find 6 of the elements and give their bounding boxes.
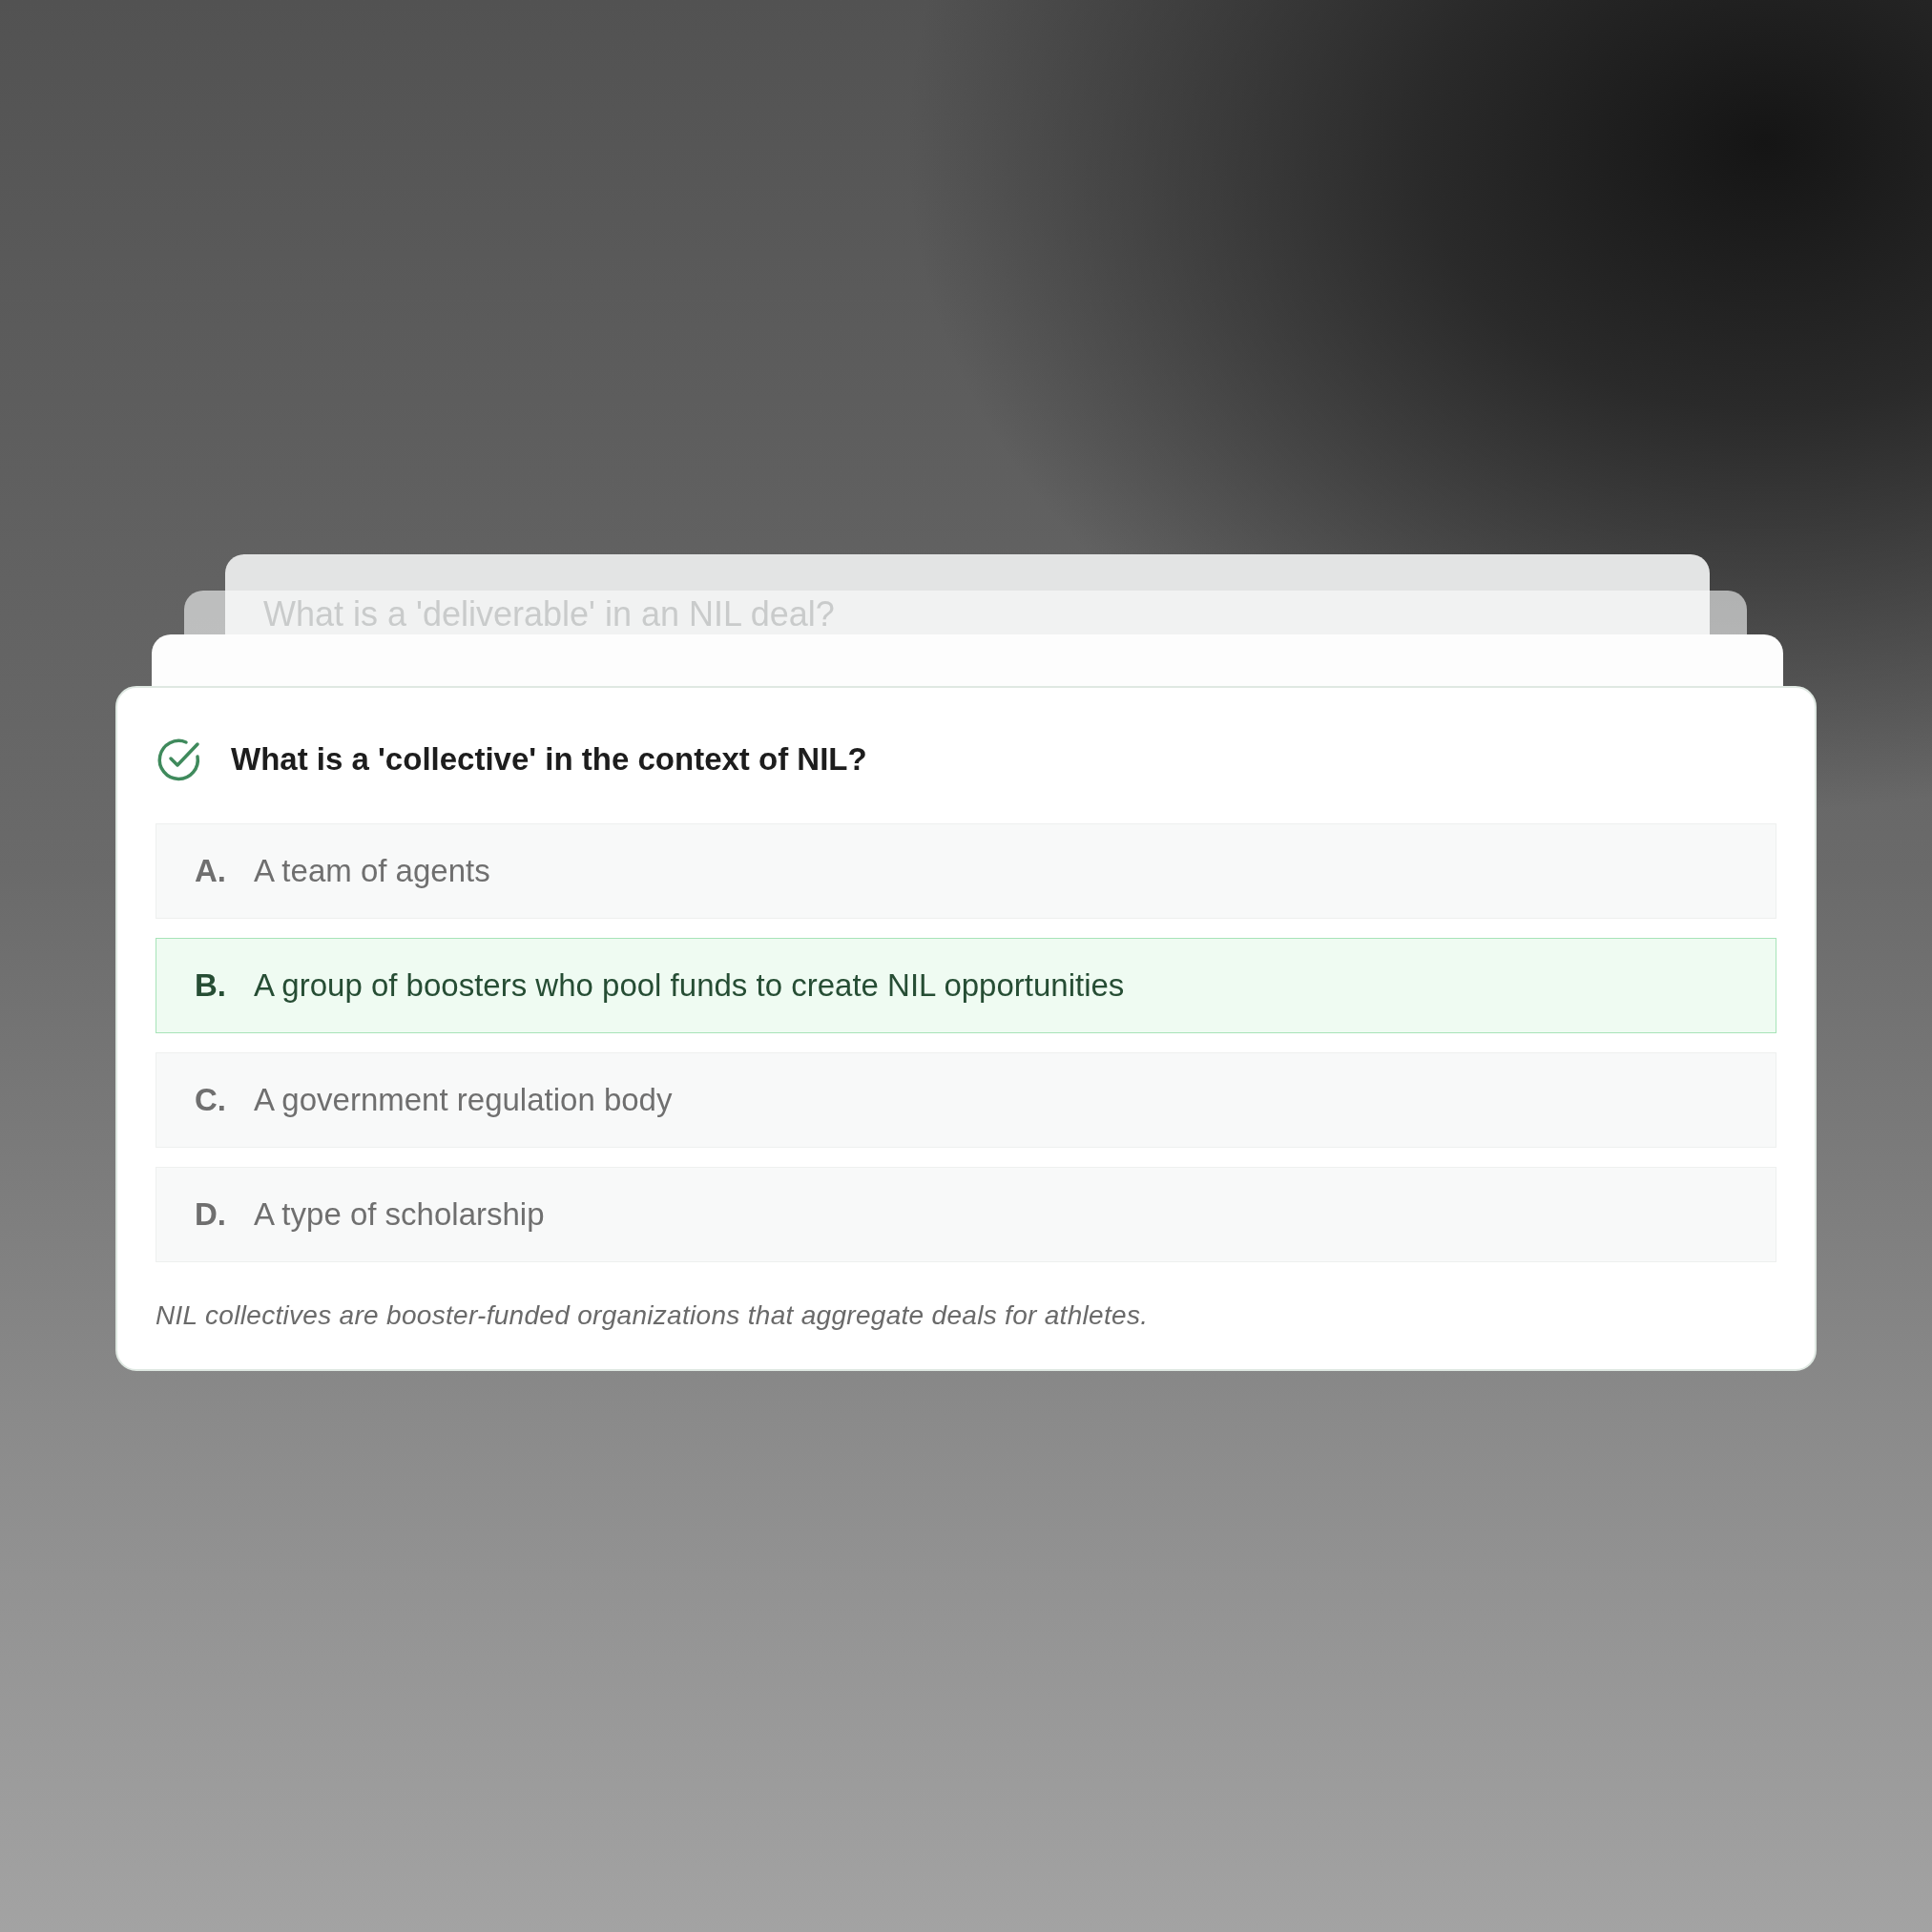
explanation-text: NIL collectives are booster-funded organizations that aggregate deals for athletes.: [156, 1300, 1150, 1331]
question-text: What is a 'collective' in the context of NIL?: [231, 741, 867, 778]
answer-option[interactable]: D. A type of scholarship: [156, 1167, 1776, 1262]
answer-option[interactable]: B. A group of boosters who pool funds to create NIL opportunities: [156, 938, 1776, 1033]
answer-option[interactable]: A. A team of agents: [156, 823, 1776, 919]
answer-option[interactable]: C. A government regulation body: [156, 1052, 1776, 1148]
